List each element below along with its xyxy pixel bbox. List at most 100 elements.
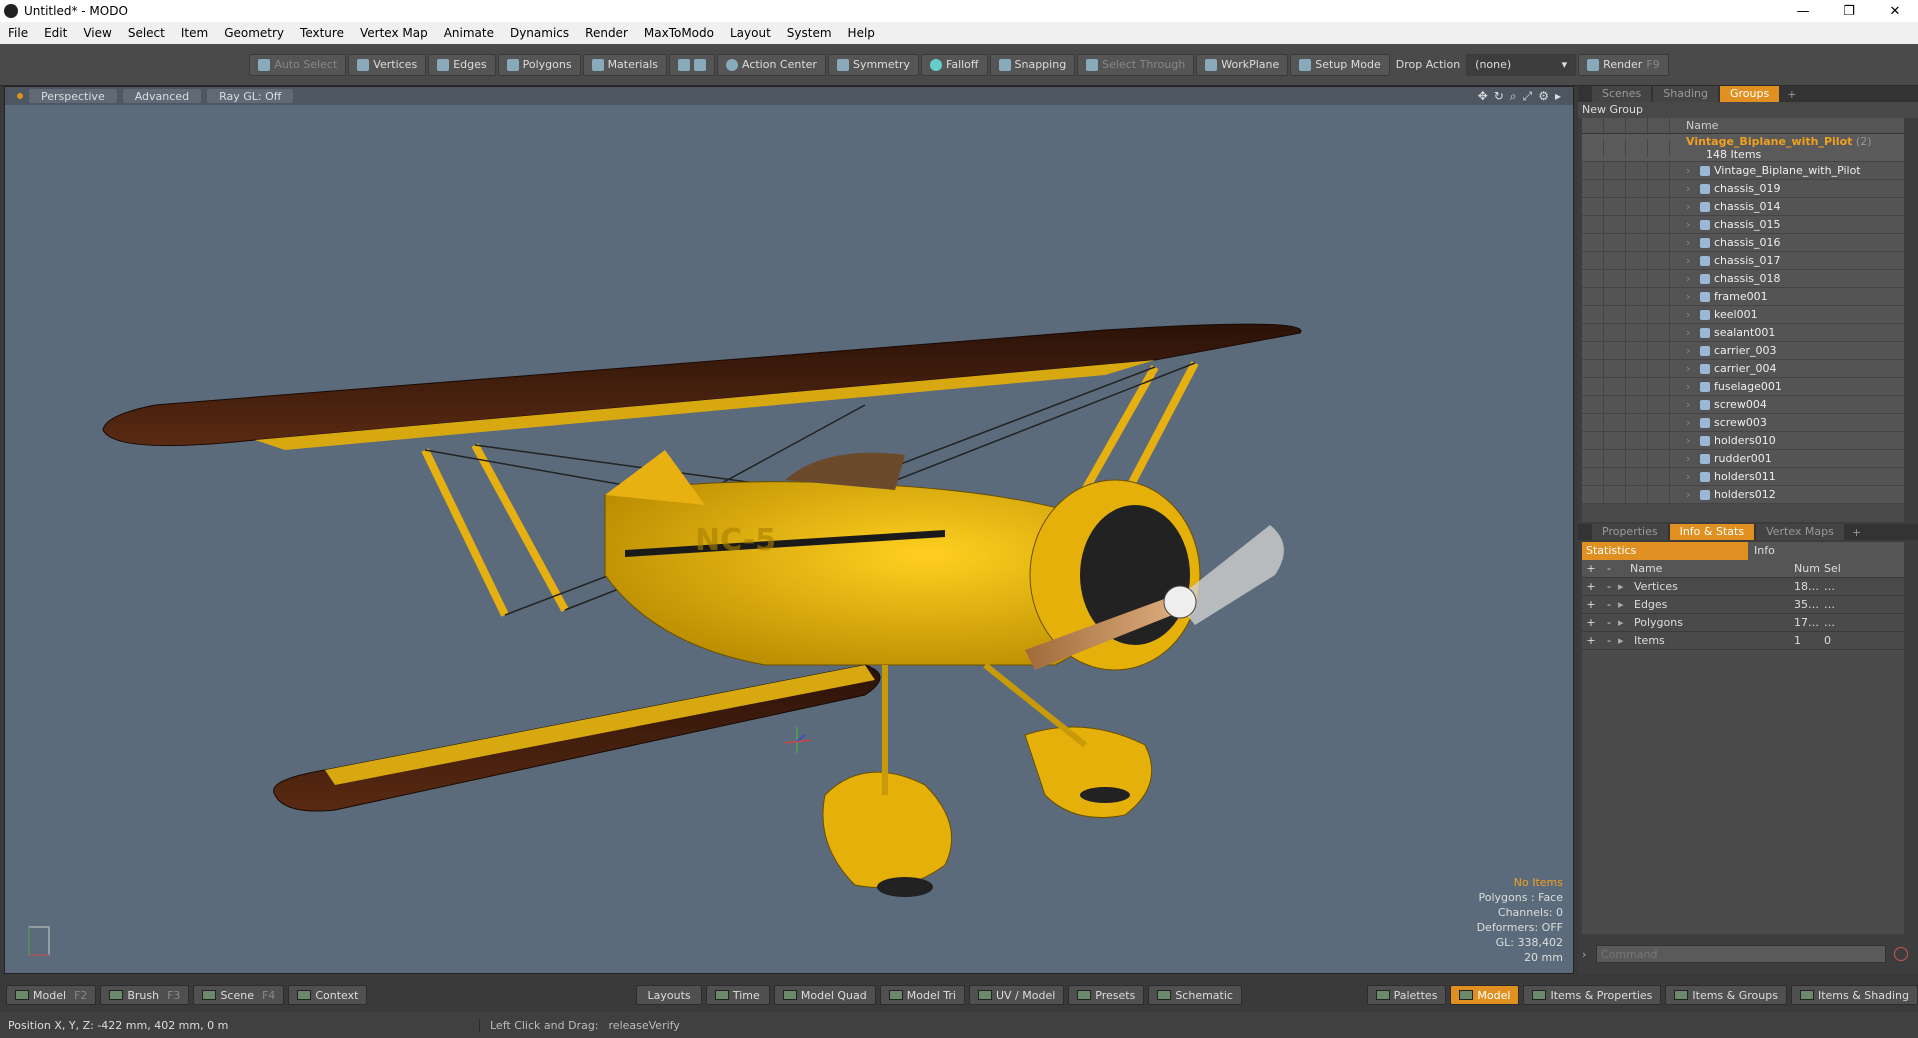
stats-row[interactable]: + - ▸ Vertices 18……: [1582, 578, 1904, 596]
tab-properties[interactable]: Properties: [1592, 524, 1668, 540]
menu-view[interactable]: View: [75, 26, 119, 40]
tree-expand-icon[interactable]: ›: [1686, 290, 1700, 303]
expand-all-icon[interactable]: +: [1582, 562, 1600, 575]
tree-expand-icon[interactable]: ›: [1686, 380, 1700, 393]
tree-item[interactable]: › screw003: [1582, 413, 1904, 432]
uv-model-button[interactable]: UV / Model: [968, 985, 1065, 1005]
menu-edit[interactable]: Edit: [36, 26, 75, 40]
chevron-right-icon[interactable]: ▸: [1618, 634, 1634, 647]
menu-vertex-map[interactable]: Vertex Map: [352, 26, 436, 40]
tree-expand-icon[interactable]: ›: [1686, 398, 1700, 411]
mode-context-button[interactable]: Context: [288, 985, 368, 1005]
render-button[interactable]: Render F9: [1578, 53, 1669, 76]
polygons-button[interactable]: Polygons: [497, 53, 581, 76]
items-groups-button[interactable]: Items & Groups: [1665, 985, 1787, 1005]
selection-set-button[interactable]: [668, 53, 715, 76]
menu-select[interactable]: Select: [120, 26, 173, 40]
tab-groups[interactable]: Groups: [1719, 86, 1780, 102]
subtab-info[interactable]: Info: [1748, 542, 1904, 560]
viewport-tab-advanced[interactable]: Advanced: [122, 89, 202, 103]
minus-icon[interactable]: -: [1600, 598, 1618, 611]
add-info-tab-icon[interactable]: +: [1846, 526, 1867, 539]
close-button[interactable]: ✕: [1872, 4, 1918, 19]
subtab-statistics[interactable]: Statistics: [1582, 542, 1748, 560]
viewport-tab-perspective[interactable]: Perspective: [29, 89, 117, 103]
tree-expand-icon[interactable]: ›: [1686, 434, 1700, 447]
tree-expand-icon[interactable]: ›: [1686, 218, 1700, 231]
menu-texture[interactable]: Texture: [292, 26, 352, 40]
tree-expand-icon[interactable]: ›: [1686, 308, 1700, 321]
command-input[interactable]: [1596, 945, 1886, 963]
rotate-icon[interactable]: ↻: [1494, 89, 1504, 104]
viewport-menu-icon[interactable]: [17, 93, 23, 99]
layouts-button[interactable]: Layouts: [636, 985, 702, 1005]
tree-item[interactable]: › Vintage_Biplane_with_Pilot: [1582, 161, 1904, 180]
snapping-button[interactable]: Snapping: [989, 53, 1076, 76]
collapse-all-icon[interactable]: -: [1600, 562, 1618, 575]
tab-scenes[interactable]: Scenes: [1592, 86, 1652, 102]
menu-geometry[interactable]: Geometry: [216, 26, 292, 40]
menu-help[interactable]: Help: [840, 26, 883, 40]
tree-item[interactable]: › carrier_004: [1582, 359, 1904, 378]
tree-expand-icon[interactable]: ›: [1686, 488, 1700, 501]
action-center-button[interactable]: Action Center: [716, 53, 826, 76]
menu-maxtomodo[interactable]: MaxToModo: [636, 26, 722, 40]
stats-row[interactable]: + - ▸ Polygons 17……: [1582, 614, 1904, 632]
model-quad-button[interactable]: Model Quad: [773, 985, 876, 1005]
group-root[interactable]: Vintage_Biplane_with_Pilot (2) 148 Items: [1582, 134, 1904, 162]
tree-item[interactable]: › holders012: [1582, 485, 1904, 504]
time-button[interactable]: Time: [705, 985, 770, 1005]
3d-viewport[interactable]: Perspective Advanced Ray GL: Off ✥ ↻ ⌕ ⤢…: [4, 86, 1574, 974]
tree-item[interactable]: › fuselage001: [1582, 377, 1904, 396]
falloff-button[interactable]: Falloff: [921, 53, 988, 76]
tree-expand-icon[interactable]: ›: [1686, 200, 1700, 213]
stop-icon[interactable]: [1894, 947, 1908, 961]
chevron-right-icon[interactable]: ▸: [1618, 598, 1634, 611]
plus-icon[interactable]: +: [1582, 616, 1600, 629]
chevron-right-icon[interactable]: ▸: [1618, 616, 1634, 629]
tree-item[interactable]: › chassis_015: [1582, 215, 1904, 234]
tree-expand-icon[interactable]: ›: [1686, 344, 1700, 357]
new-group-button[interactable]: New Group: [1578, 102, 1918, 118]
menu-system[interactable]: System: [779, 26, 840, 40]
tree-expand-icon[interactable]: ›: [1686, 272, 1700, 285]
tree-expand-icon[interactable]: ›: [1686, 236, 1700, 249]
zoom-icon[interactable]: ⌕: [1510, 89, 1517, 104]
tab-vertex-maps[interactable]: Vertex Maps: [1756, 524, 1844, 540]
menu-file[interactable]: File: [0, 26, 36, 40]
maximize-button[interactable]: ❐: [1826, 4, 1872, 19]
tree-item[interactable]: › chassis_014: [1582, 197, 1904, 216]
menu-render[interactable]: Render: [577, 26, 636, 40]
arrow-right-icon[interactable]: ▸: [1555, 89, 1561, 104]
tab-info-stats[interactable]: Info & Stats: [1669, 524, 1755, 540]
tree-expand-icon[interactable]: ›: [1686, 326, 1700, 339]
stats-row[interactable]: + - ▸ Items 1 0: [1582, 632, 1904, 650]
tab-shading[interactable]: Shading: [1653, 86, 1718, 102]
tree-item[interactable]: › chassis_019: [1582, 179, 1904, 198]
tree-expand-icon[interactable]: ›: [1686, 452, 1700, 465]
tree-item[interactable]: › chassis_016: [1582, 233, 1904, 252]
schematic-button[interactable]: Schematic: [1148, 985, 1242, 1005]
tree-item[interactable]: › holders011: [1582, 467, 1904, 486]
tree-expand-icon[interactable]: ›: [1686, 362, 1700, 375]
vertices-button[interactable]: Vertices: [348, 53, 427, 76]
tree-expand-icon[interactable]: ›: [1686, 254, 1700, 267]
eye-icon[interactable]: [1582, 118, 1604, 135]
menu-dynamics[interactable]: Dynamics: [502, 26, 577, 40]
select-icon[interactable]: [1626, 118, 1648, 135]
tree-expand-icon[interactable]: ›: [1686, 470, 1700, 483]
mode-scene-button[interactable]: Scene F4: [193, 985, 285, 1005]
minimize-button[interactable]: —: [1780, 4, 1826, 19]
palettes-button[interactable]: Palettes: [1366, 985, 1447, 1005]
fit-icon[interactable]: ⤢: [1523, 89, 1533, 104]
minus-icon[interactable]: -: [1600, 634, 1618, 647]
lock-icon[interactable]: [1604, 118, 1626, 135]
minus-icon[interactable]: -: [1600, 616, 1618, 629]
tree-item[interactable]: › keel001: [1582, 305, 1904, 324]
drop-action-select[interactable]: (none) ▾: [1466, 53, 1577, 76]
menu-item[interactable]: Item: [173, 26, 216, 40]
tree-item[interactable]: › chassis_018: [1582, 269, 1904, 288]
tree-item[interactable]: › carrier_003: [1582, 341, 1904, 360]
edges-button[interactable]: Edges: [428, 53, 496, 76]
tree-item[interactable]: › holders010: [1582, 431, 1904, 450]
